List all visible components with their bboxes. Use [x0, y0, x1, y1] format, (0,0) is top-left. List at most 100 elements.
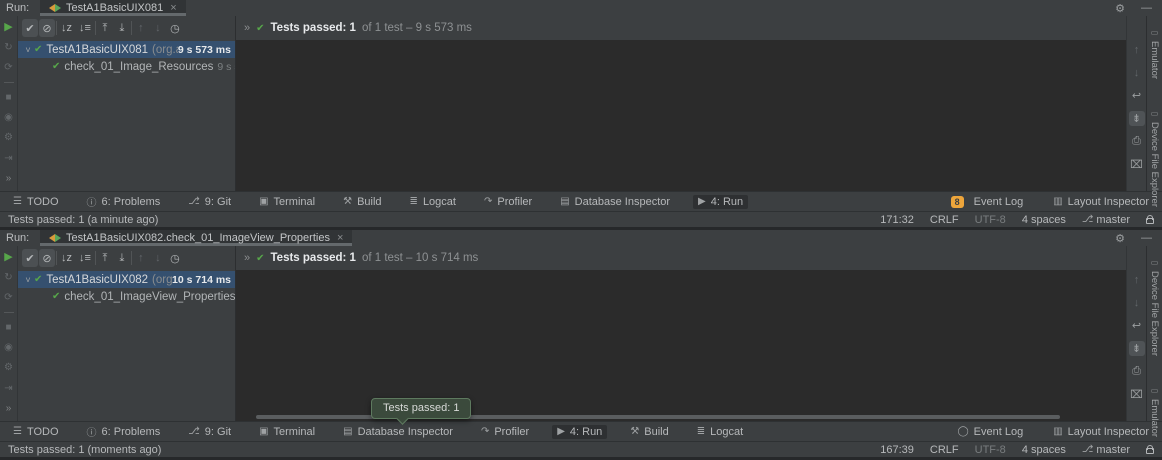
- scroll-down-icon[interactable]: ↓: [1129, 295, 1145, 310]
- next-occurrence-icon[interactable]: ↓: [150, 249, 166, 267]
- sort-by-duration-icon[interactable]: ↓≡: [76, 19, 94, 37]
- toolwindow-run[interactable]: ▶4: Run: [693, 195, 748, 209]
- settings-gear-icon[interactable]: ⚙: [1115, 232, 1125, 245]
- toolwindow-build[interactable]: ⚒Build: [338, 195, 386, 209]
- toolwindow-profiler[interactable]: ↷Profiler: [476, 425, 534, 439]
- toolwindow-todo[interactable]: ☰TODO: [8, 425, 64, 439]
- scroll-up-icon[interactable]: ↑: [1129, 42, 1145, 57]
- stop-icon[interactable]: ■: [2, 321, 16, 333]
- test-suite-row[interactable]: ˅ ✔ TestA1BasicUIX081 (org.aplas.basica …: [18, 41, 235, 58]
- clear-all-icon[interactable]: ⌧: [1129, 387, 1145, 402]
- toolwindow-git[interactable]: ⎇9: Git: [183, 195, 236, 209]
- indent-setting[interactable]: 4 spaces: [1022, 214, 1066, 226]
- import-tests-icon[interactable]: ⇥: [2, 382, 16, 394]
- minimize-icon[interactable]: —: [1141, 232, 1152, 244]
- clear-all-icon[interactable]: ⌧: [1129, 157, 1145, 172]
- run-tab[interactable]: TestA1BasicUIX082.check_01_ImageView_Pro…: [40, 230, 352, 246]
- toolwindow-git[interactable]: ⎇9: Git: [183, 425, 236, 439]
- git-branch-widget[interactable]: ⎇ master: [1082, 214, 1130, 226]
- screenshot-icon[interactable]: ◉: [2, 111, 16, 123]
- caret-position[interactable]: 167:39: [880, 444, 914, 456]
- settings-gear-icon[interactable]: ⚙: [1115, 2, 1125, 15]
- separator[interactable]: [131, 21, 132, 35]
- indent-setting[interactable]: 4 spaces: [1022, 444, 1066, 456]
- git-branch-widget[interactable]: ⎇ master: [1082, 444, 1130, 456]
- rerun-failed-tests-icon[interactable]: ↻: [2, 271, 16, 283]
- previous-occurrence-icon[interactable]: ↑: [133, 249, 149, 267]
- next-occurrence-icon[interactable]: ↓: [150, 19, 166, 37]
- toolwindow-logcat[interactable]: ≣Logcat: [692, 425, 748, 439]
- expand-all-icon[interactable]: ⤒: [97, 19, 113, 37]
- show-passed-icon[interactable]: ✔: [22, 249, 38, 267]
- file-encoding[interactable]: UTF-8: [975, 444, 1006, 456]
- scroll-to-end-icon[interactable]: ⇟: [1129, 341, 1145, 356]
- test-case-row[interactable]: ✔ check_01_ImageView_Properties 10 s 714…: [18, 288, 235, 305]
- sort-by-duration-icon[interactable]: ↓≡: [76, 249, 94, 267]
- collapse-all-icon[interactable]: ⤓: [114, 249, 130, 267]
- show-ignored-icon[interactable]: ⊘: [39, 249, 55, 267]
- test-settings-icon[interactable]: ⚙: [2, 132, 16, 144]
- test-suite-row[interactable]: ˅ ✔ TestA1BasicUIX082 (org.aplas.basica …: [18, 271, 235, 288]
- test-history-icon[interactable]: ◷: [167, 19, 183, 37]
- run-tab[interactable]: TestA1BasicUIX081 ×: [40, 0, 186, 16]
- screenshot-icon[interactable]: ◉: [2, 341, 16, 353]
- toolwindow-button-emulator[interactable]: ▭Emulator: [1149, 386, 1160, 437]
- rerun-icon[interactable]: ▶: [2, 20, 16, 33]
- toolwindow-build[interactable]: ⚒Build: [625, 425, 673, 439]
- more-options-icon[interactable]: »: [2, 173, 16, 185]
- test-settings-icon[interactable]: ⚙: [2, 362, 16, 374]
- expand-all-icon[interactable]: ⤒: [97, 249, 113, 267]
- soft-wrap-icon[interactable]: ↩: [1129, 88, 1145, 103]
- show-ignored-icon[interactable]: ⊘: [39, 19, 55, 37]
- print-icon[interactable]: ⎙: [1129, 134, 1145, 149]
- toolwindow-button-emulator[interactable]: ▭Emulator: [1149, 28, 1160, 79]
- toolwindow-todo[interactable]: ☰TODO: [8, 195, 64, 209]
- separator[interactable]: [56, 251, 57, 265]
- refresh-icon[interactable]: ⟳: [2, 291, 16, 303]
- toolwindow-button-device-file-explorer[interactable]: ▭Device File Explorer: [1149, 258, 1160, 356]
- event-log-button[interactable]: 8Event Log: [946, 195, 1029, 209]
- more-options-icon[interactable]: »: [2, 403, 16, 415]
- layout-inspector-button[interactable]: ▥Layout Inspector: [1048, 195, 1154, 209]
- layout-inspector-button[interactable]: ▥Layout Inspector: [1048, 425, 1154, 439]
- toolwindow-run[interactable]: ▶4: Run: [552, 425, 607, 439]
- separator[interactable]: [131, 251, 132, 265]
- line-ending[interactable]: CRLF: [930, 214, 959, 226]
- lock-icon[interactable]: [1146, 448, 1154, 454]
- event-log-button[interactable]: ◯Event Log: [952, 425, 1028, 439]
- close-icon[interactable]: ×: [337, 232, 343, 244]
- previous-occurrence-icon[interactable]: ↑: [133, 19, 149, 37]
- sort-alphabetically-icon[interactable]: ↓z: [58, 249, 75, 267]
- soft-wrap-icon[interactable]: ↩: [1129, 318, 1145, 333]
- minimize-icon[interactable]: —: [1141, 2, 1152, 14]
- stop-icon[interactable]: ■: [2, 91, 16, 103]
- import-tests-icon[interactable]: ⇥: [2, 152, 16, 164]
- scroll-up-icon[interactable]: ↑: [1129, 272, 1145, 287]
- separator[interactable]: [56, 21, 57, 35]
- toolwindow-terminal[interactable]: ▣Terminal: [254, 425, 320, 439]
- chevron-down-icon[interactable]: ˅: [22, 275, 34, 285]
- separator[interactable]: [95, 251, 96, 265]
- toolwindow-database-inspector[interactable]: ▤Database Inspector: [338, 425, 458, 439]
- separator[interactable]: [2, 82, 16, 83]
- scroll-to-end-icon[interactable]: ⇟: [1129, 111, 1145, 126]
- line-ending[interactable]: CRLF: [930, 444, 959, 456]
- toolwindow-button-device-file-explorer[interactable]: ▭Device File Explorer: [1149, 109, 1160, 207]
- scroll-down-icon[interactable]: ↓: [1129, 65, 1145, 80]
- chevron-down-icon[interactable]: ˅: [22, 45, 34, 55]
- test-case-row[interactable]: ✔ check_01_Image_Resources 9 s 573 ms: [18, 58, 235, 75]
- collapse-all-icon[interactable]: ⤓: [114, 19, 130, 37]
- show-passed-icon[interactable]: ✔: [22, 19, 38, 37]
- toolwindow-problems[interactable]: ⓘ6: Problems: [82, 423, 166, 440]
- separator[interactable]: [2, 312, 16, 313]
- lock-icon[interactable]: [1146, 218, 1154, 224]
- toolwindow-database-inspector[interactable]: ▤Database Inspector: [555, 195, 675, 209]
- caret-position[interactable]: 171:32: [880, 214, 914, 226]
- toolwindow-profiler[interactable]: ↷Profiler: [479, 195, 537, 209]
- rerun-icon[interactable]: ▶: [2, 250, 16, 263]
- print-icon[interactable]: ⎙: [1129, 364, 1145, 379]
- toolwindow-problems[interactable]: ⓘ6: Problems: [82, 193, 166, 210]
- toolwindow-terminal[interactable]: ▣Terminal: [254, 195, 320, 209]
- file-encoding[interactable]: UTF-8: [975, 214, 1006, 226]
- refresh-icon[interactable]: ⟳: [2, 61, 16, 73]
